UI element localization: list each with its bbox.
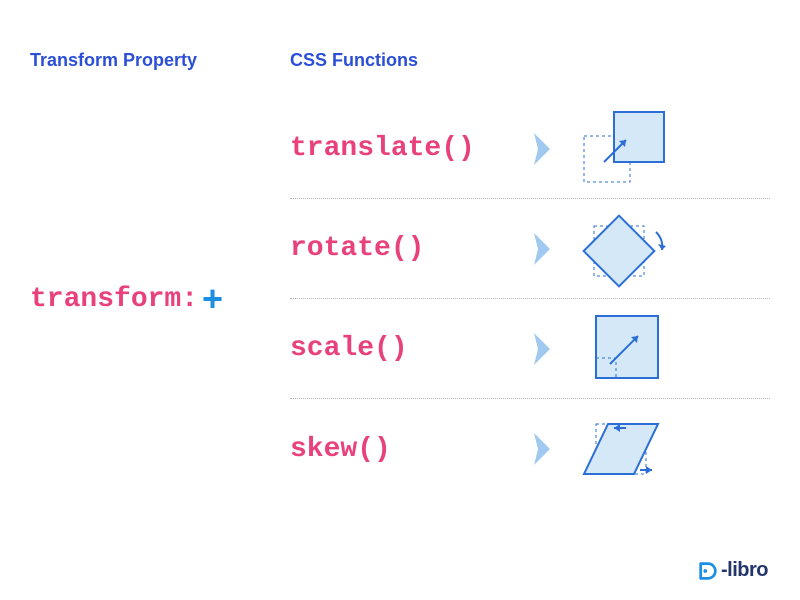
function-row-skew: skew(): [290, 399, 770, 499]
function-label: skew(): [290, 434, 520, 465]
function-row-rotate: rotate(): [290, 199, 770, 299]
heading-transform-property: Transform Property: [30, 50, 270, 71]
logo-mark-icon: [697, 560, 719, 582]
function-row-translate: translate(): [290, 99, 770, 199]
function-row-scale: scale(): [290, 299, 770, 399]
arrow-icon: [532, 229, 554, 269]
right-column: CSS Functions translate() rotate(): [290, 50, 770, 499]
diagram-container: Transform Property transform: + CSS Func…: [0, 0, 800, 499]
plus-icon: +: [202, 278, 223, 320]
logo-text: -libro: [721, 559, 768, 582]
skew-illustration: [566, 404, 676, 494]
arrow-icon: [532, 129, 554, 169]
heading-css-functions: CSS Functions: [290, 50, 770, 71]
function-label: scale(): [290, 333, 520, 364]
function-label: translate(): [290, 133, 520, 164]
transform-property-text: transform:: [30, 284, 198, 315]
arrow-icon: [532, 329, 554, 369]
scale-illustration: [566, 304, 676, 394]
rotate-illustration: [566, 204, 676, 294]
function-label: rotate(): [290, 233, 520, 264]
left-column: Transform Property transform: +: [30, 50, 270, 499]
property-wrapper: transform: +: [30, 99, 270, 499]
logo: -libro: [697, 559, 768, 582]
arrow-icon: [532, 429, 554, 469]
translate-illustration: [566, 104, 676, 194]
